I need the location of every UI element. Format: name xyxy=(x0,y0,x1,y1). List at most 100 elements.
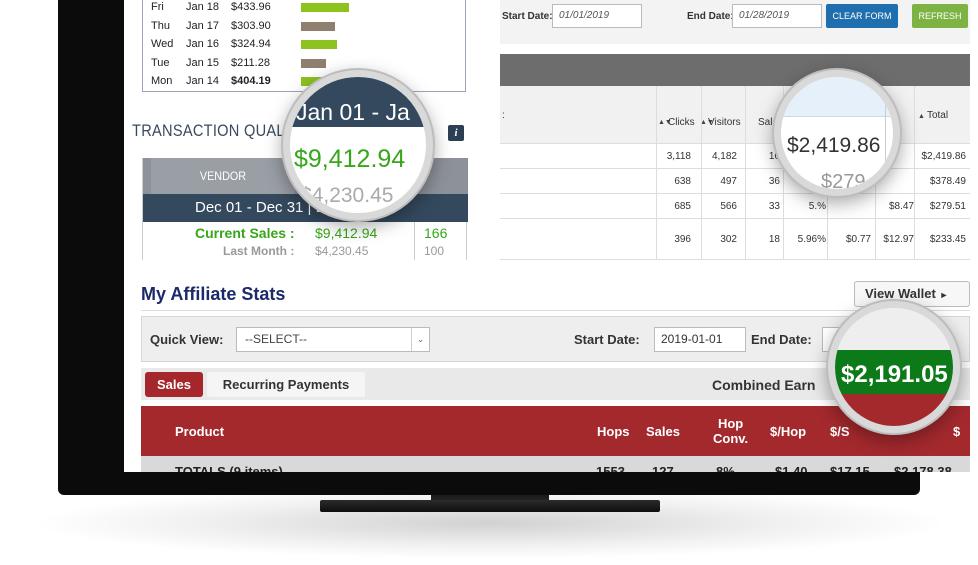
magnifier-combined-earnings: $2,191.05 xyxy=(835,308,953,426)
magnifier-total: $2,419.86 $279. xyxy=(781,77,893,189)
vendor-header[interactable]: VENDOR xyxy=(151,158,295,194)
report-filter-bar: Start Date: 01/01/2019 End Date: 01/28/2… xyxy=(500,0,970,44)
current-sales-label: Current Sales : xyxy=(195,225,295,241)
column-hop-conv-line2: Conv. xyxy=(713,431,749,446)
view-wallet-label: View Wallet xyxy=(865,286,936,301)
column-hops[interactable]: Hops xyxy=(597,424,630,439)
last-month-value: $4,230.45 xyxy=(315,244,369,258)
quick-view-label: Quick View: xyxy=(150,332,224,347)
sort-up-icon: ▲ xyxy=(918,113,925,120)
report-cell-visitors: 4,182 xyxy=(711,150,737,162)
totals-per-sale: $17.15 xyxy=(830,464,870,472)
report-cell-clicks: 3,118 xyxy=(666,150,691,162)
monitor-bezel: Fri Jan 18 $433.96 Thu Jan 17 $303.90 Wed Jan 1… xyxy=(58,0,970,495)
report-cell-sales: 16 xyxy=(768,150,780,162)
report-table: : ▲▼ Clicks ▲▼ Visitors Sale ▲ Total 3,11… xyxy=(500,86,970,260)
report-table-header: : ▲▼ Clicks ▲▼ Visitors Sale ▲ Total xyxy=(500,86,970,144)
column-total[interactable]: ▲ Total xyxy=(918,110,948,121)
magnified-header xyxy=(781,77,893,117)
last-month-label: Last Month : xyxy=(223,244,295,258)
report-cell-visitors: 497 xyxy=(720,175,737,187)
magnified-header xyxy=(835,394,953,426)
refresh-button[interactable]: REFRESH xyxy=(912,4,968,28)
day-amount: $324.94 xyxy=(231,38,271,51)
last-month-count: 100 xyxy=(424,244,445,258)
transaction-quality-title: TRANSACTION QUALITY xyxy=(132,121,309,140)
clear-form-button[interactable]: CLEAR FORM xyxy=(826,4,898,28)
end-date-input[interactable]: 01/28/2019 xyxy=(732,4,822,28)
report-cell-clicks: 685 xyxy=(674,200,691,212)
day-amount: $433.96 xyxy=(231,1,271,13)
magnified-range: Jan 01 - Ja xyxy=(296,99,410,125)
column-colon: : xyxy=(502,110,505,121)
column-hop-conv[interactable]: Hop Conv. xyxy=(713,416,748,446)
report-cell-clicks: 396 xyxy=(674,233,691,245)
affiliate-start-date-label: Start Date: xyxy=(574,332,640,347)
column-sales-label[interactable]: Sale xyxy=(758,117,778,128)
day-amount: $303.90 xyxy=(231,19,271,32)
column-divider xyxy=(414,222,415,260)
column-visitors-label: Visitors xyxy=(708,117,741,128)
report-table-row: 638 497 36 $378.49 xyxy=(500,169,970,194)
report-cell-total: $2,419.86 xyxy=(921,150,967,162)
monitor-screen: Fri Jan 18 $433.96 Thu Jan 17 $303.90 Wed Jan 1… xyxy=(124,0,970,472)
report-cell-sales: 18 xyxy=(768,233,780,245)
view-wallet-button[interactable]: View Wallet ► xyxy=(854,281,970,307)
day-date: Jan 14 xyxy=(186,75,220,88)
report-cell-total: $378.49 xyxy=(929,175,966,187)
magnified-current-sales: $9,412.94 xyxy=(294,145,406,173)
column-per-hop[interactable]: $/Hop xyxy=(770,424,806,439)
column-sales[interactable]: Sales xyxy=(646,424,680,439)
report-cell-total: $279.51 xyxy=(929,200,966,212)
magnified-combined-earnings: $2,191.05 xyxy=(841,361,948,388)
day-sales-bar xyxy=(301,40,337,50)
day-amount: $211.28 xyxy=(231,56,270,69)
magnifier-current-sales: Jan 01 - Ja $9,412.94 $4,230.45 xyxy=(290,77,426,213)
current-sales-count: 166 xyxy=(424,225,448,241)
totals-hops: 1553 xyxy=(596,464,625,472)
day-date: Jan 16 xyxy=(186,38,220,51)
column-hop-conv-line1: Hop xyxy=(717,416,744,431)
column-product[interactable]: Product xyxy=(175,424,224,439)
totals-row: TOTALS (9 items) 1553 127 8% $1.40 $17.1… xyxy=(141,456,970,472)
start-date-input[interactable]: 01/01/2019 xyxy=(552,4,642,28)
end-date-label: End Date: xyxy=(687,11,734,22)
report-cell-sales: 33 xyxy=(768,200,780,212)
column-total-label: Total xyxy=(926,110,949,121)
monitor-stand-base xyxy=(320,500,660,512)
affiliate-start-date-input[interactable]: 2019-01-01 xyxy=(654,327,746,352)
tab-recurring-payments[interactable]: Recurring Payments xyxy=(207,372,365,397)
day-sales-bar xyxy=(301,58,326,68)
start-date-label: Start Date: xyxy=(502,11,553,22)
current-sales-value: $9,412.94 xyxy=(315,225,378,241)
magnified-last-month: $4,230.45 xyxy=(300,184,394,207)
report-cell-c6: $12.97 xyxy=(883,233,914,245)
report-cell-total: $233.45 xyxy=(929,233,966,245)
day-name: Mon xyxy=(151,75,173,88)
totals-sales: 127 xyxy=(652,464,674,472)
totals-label: TOTALS (9 items) xyxy=(175,464,283,472)
magnified-bar xyxy=(835,308,953,350)
report-cell-pct: 5.96% xyxy=(797,233,826,245)
tab-sales[interactable]: Sales xyxy=(145,372,203,397)
report-cell-visitors: 566 xyxy=(720,200,737,212)
affiliate-stats-title: My Affiliate Stats xyxy=(141,284,286,304)
column-total-earnings[interactable]: $ xyxy=(953,424,960,439)
quick-view-select[interactable]: --SELECT-- ⌄ xyxy=(236,327,430,352)
day-name: Thu xyxy=(151,19,170,32)
column-per-sale[interactable]: $/S xyxy=(830,424,850,439)
day-name: Tue xyxy=(151,56,170,69)
info-icon[interactable]: i xyxy=(448,125,464,141)
affiliate-end-date-label: End Date: xyxy=(751,332,812,347)
day-name: Fri xyxy=(151,1,164,13)
totals-per-hop: $1.40 xyxy=(775,464,808,472)
magnified-total: $2,419.86 xyxy=(787,134,881,157)
report-cell-pct: 5.% xyxy=(808,200,826,212)
report-cell-sales: 36 xyxy=(768,175,780,187)
totals-total: $2,178.38 xyxy=(894,464,952,472)
combined-earnings-label: Combined Earn xyxy=(712,377,816,393)
report-cell-c6: $8.47 xyxy=(888,200,914,212)
report-table-header-band xyxy=(500,54,970,86)
report-table-row: 396 302 18 5.96% $0.77 $12.97 $233.45 xyxy=(500,219,970,260)
magnified-divider xyxy=(885,77,886,189)
